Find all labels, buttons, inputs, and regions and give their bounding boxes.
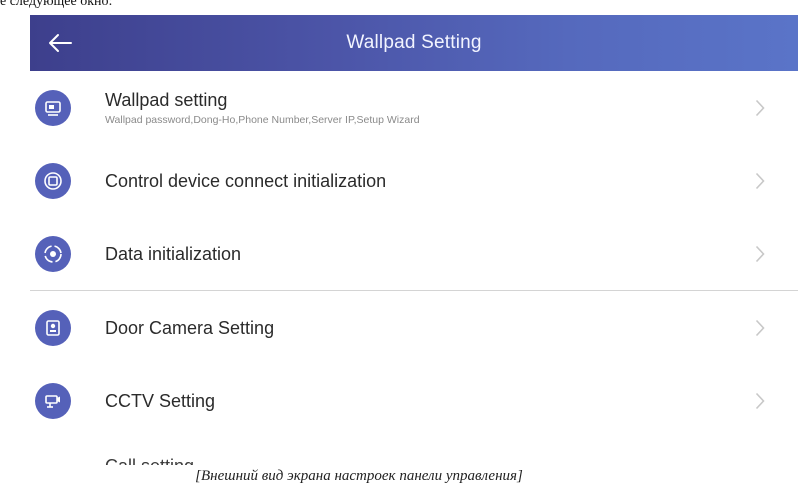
door-camera-icon xyxy=(35,309,71,346)
chevron-right-icon xyxy=(755,172,765,189)
menu-item-label: Control device connect initialization xyxy=(105,170,387,191)
menu-item-label: CCTV Setting xyxy=(105,390,216,411)
document-top-text-label: е следующее окно: xyxy=(0,0,113,9)
arrow-left-icon xyxy=(49,34,72,52)
menu-item-control-device-init[interactable]: Control device connect initialization xyxy=(30,144,798,217)
chevron-right-icon xyxy=(755,99,765,116)
cctv-icon xyxy=(35,382,71,419)
menu-item-label: Call setting xyxy=(105,455,194,466)
device-connect-icon xyxy=(35,162,71,199)
menu-item-sublabel: Wallpad password,Dong-Ho,Phone Number,Se… xyxy=(105,113,420,126)
menu-item-call-setting[interactable]: Call setting xyxy=(30,437,798,466)
figure-caption-text: [Внешний вид экрана настроек панели упра… xyxy=(195,468,523,484)
menu-item-data-init[interactable]: Data initialization xyxy=(30,217,798,290)
chevron-right-icon xyxy=(755,392,765,409)
back-button[interactable] xyxy=(30,15,90,71)
settings-list: Wallpad setting Wallpad password,Dong-Ho… xyxy=(30,71,798,465)
title-bar: Wallpad Setting xyxy=(30,15,798,71)
figure-caption: [Внешний вид экрана настроек панели упра… xyxy=(0,466,798,486)
page-title: Wallpad Setting xyxy=(346,32,482,53)
chevron-right-icon xyxy=(755,319,765,336)
wallpad-settings-icon xyxy=(35,89,71,126)
menu-item-cctv[interactable]: CCTV Setting xyxy=(30,364,798,437)
menu-item-wallpad-setting[interactable]: Wallpad setting Wallpad password,Dong-Ho… xyxy=(30,71,798,144)
menu-item-label: Door Camera Setting xyxy=(105,317,275,338)
menu-item-label: Wallpad setting xyxy=(105,89,228,110)
data-reset-icon xyxy=(35,235,71,272)
chevron-right-icon xyxy=(755,245,765,262)
wallpad-settings-screen: Wallpad Setting Wallpad setting Wallpad … xyxy=(30,15,798,465)
menu-item-door-camera[interactable]: Door Camera Setting xyxy=(30,291,798,364)
menu-item-label: Data initialization xyxy=(105,243,242,264)
